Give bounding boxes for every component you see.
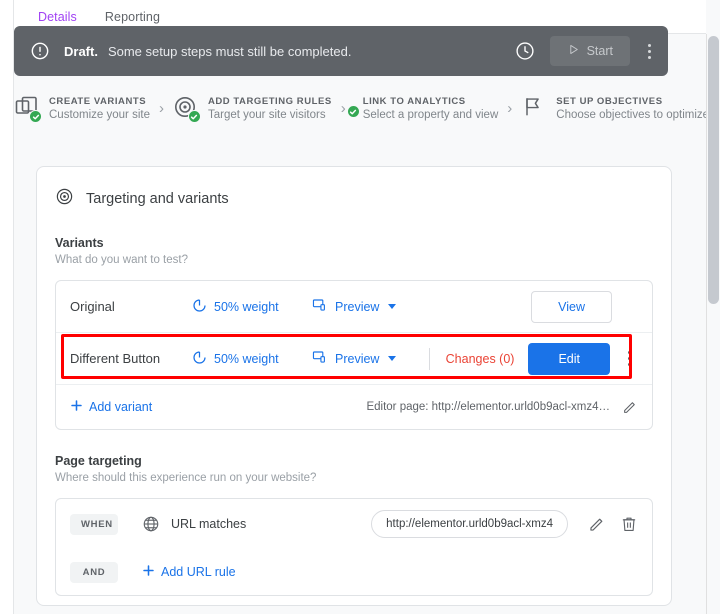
start-button[interactable]: Start [550,36,630,66]
step-subtitle: Select a property and view [363,108,499,122]
plus-icon [70,399,83,415]
step-add-targeting-rules[interactable]: ADD TARGETING RULES Target your site vis… [173,95,332,122]
rule-conjunction-when: WHEN [70,514,118,535]
variant-weight-control[interactable]: 50% weight [192,298,312,316]
chevron-down-icon [388,304,396,309]
variant-name: Different Button [70,351,192,366]
step-complete-badge [347,105,360,118]
add-url-rule-button[interactable]: Add URL rule [142,564,236,580]
page-targeting-subtitle: Where should this experience run on your… [37,468,671,484]
banner-message: Some setup steps must still be completed… [108,44,352,59]
step-subtitle: Target your site visitors [208,108,332,122]
targeting-and-variants-card: Targeting and variants Variants What do … [36,166,672,606]
draft-banner: Draft. Some setup steps must still be co… [14,26,668,76]
variant-row-different-button: Different Button 50% weight [56,333,652,385]
variant-preview-label: Preview [335,300,379,314]
variant-name: Original [70,299,192,314]
step-link-to-analytics[interactable]: LINK TO ANALYTICS Select a property and … [355,95,499,122]
variant-view-button[interactable]: View [531,291,612,323]
variant-preview-dropdown[interactable]: Preview [312,349,396,368]
card-header: Targeting and variants [37,167,671,211]
variant-weight-control[interactable]: 50% weight [192,350,312,368]
alert-circle-icon [30,41,50,61]
step-separator: › [341,101,346,116]
setup-stepper: CREATE VARIANTS Customize your site › AD… [14,88,720,128]
step-subtitle: Choose objectives to optimize [556,108,709,122]
pie-weight-icon [192,298,207,316]
app-root: Details Reporting Draft. Some setup step… [0,0,720,614]
rule-pencil-icon[interactable] [588,515,606,533]
globe-icon [142,515,160,533]
step-create-variants[interactable]: CREATE VARIANTS Customize your site [14,95,150,122]
step-complete-badge [29,110,42,123]
variant-row-original: Original 50% weight [56,281,652,333]
rule-trash-icon[interactable] [620,515,638,533]
pie-weight-icon [192,350,207,368]
variant-footer-row: Add variant Editor page: http://elemento… [56,385,652,429]
variants-section-subtitle: What do you want to test? [37,250,671,266]
add-url-rule-label: Add URL rule [161,565,236,579]
tab-details-label: Details [38,10,77,24]
step-complete-badge [188,110,201,123]
rule-conjunction-and: AND [70,562,118,583]
tab-reporting-label: Reporting [105,10,160,24]
devices-preview-icon [312,349,328,368]
editor-page-pencil-icon[interactable] [622,399,638,415]
rule-type-label[interactable]: URL matches [171,517,246,531]
variants-section-title: Variants [37,211,671,250]
plus-icon [142,564,155,580]
variant-edit-button[interactable]: Edit [528,343,610,375]
start-button-label: Start [587,44,613,58]
variant-more-vert-icon[interactable] [620,347,638,370]
step-separator: › [159,101,164,116]
chevron-down-icon [388,356,396,361]
schedule-clock-icon[interactable] [514,40,536,62]
step-subtitle: Customize your site [49,108,150,122]
row-divider [429,348,430,370]
variant-preview-label: Preview [335,352,379,366]
create-variants-icon [14,95,40,121]
step-title: CREATE VARIANTS [49,95,150,108]
step-title: SET UP OBJECTIVES [556,95,709,108]
scrollbar-thumb[interactable] [708,36,719,304]
flag-icon [521,95,547,121]
banner-more-vert-icon[interactable] [640,40,658,63]
variant-changes-link[interactable]: Changes (0) [446,352,515,366]
targeting-rule-row: WHEN URL matches http://elementor.urld0b… [56,499,652,549]
variant-weight-label: 50% weight [214,300,279,314]
variants-list: Original 50% weight [55,280,653,430]
add-variant-label: Add variant [89,400,152,414]
rule-url-value[interactable]: http://elementor.urld0b9acl-xmz4 [371,510,568,538]
page-targeting-title: Page targeting [37,430,671,468]
link-analytics-icon [355,95,361,121]
step-set-up-objectives[interactable]: SET UP OBJECTIVES Choose objectives to o… [521,95,709,122]
step-separator: › [507,101,512,116]
vertical-scrollbar[interactable] [706,34,720,614]
devices-preview-icon [312,297,328,316]
page-targeting-rules: WHEN URL matches http://elementor.urld0b… [55,498,653,596]
targeting-rules-icon [173,95,199,121]
step-title: ADD TARGETING RULES [208,95,332,108]
left-rail [0,0,14,614]
variant-weight-label: 50% weight [214,352,279,366]
step-title: LINK TO ANALYTICS [363,95,499,108]
target-icon [55,187,74,211]
page-title: Targeting and variants [86,191,229,207]
add-rule-row: AND Add URL rule [56,549,652,595]
banner-status: Draft. [64,44,98,59]
play-triangle-icon [567,43,580,59]
editor-page-label: Editor page: http://elementor.urld0b9acl… [366,401,610,413]
add-variant-button[interactable]: Add variant [70,399,152,415]
variant-preview-dropdown[interactable]: Preview [312,297,396,316]
